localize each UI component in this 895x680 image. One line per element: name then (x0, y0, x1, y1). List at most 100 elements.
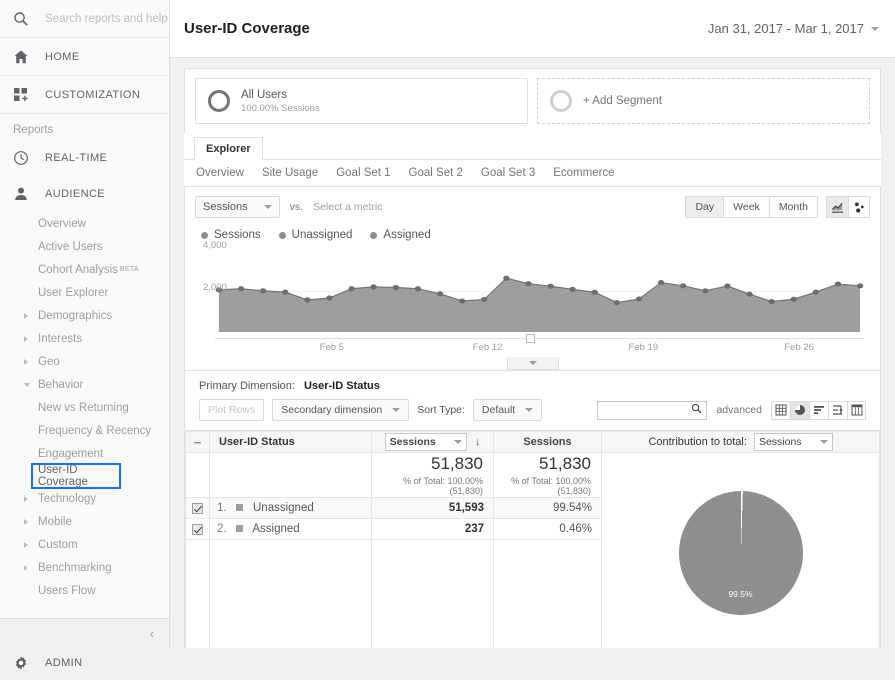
search-reports-row[interactable]: Search reports and help (0, 0, 169, 38)
column-header-dimension[interactable]: User-ID Status (209, 431, 372, 453)
row-checkbox-cell[interactable] (185, 518, 210, 540)
search-icon (691, 403, 702, 417)
plot-rows-button[interactable]: Plot Rows (199, 399, 265, 421)
sidebar-item-behavior[interactable]: Behavior (0, 373, 169, 396)
sidebar-item-new-vs-returning[interactable]: New vs Returning (0, 396, 169, 419)
primary-dimension-value[interactable]: User-ID Status (304, 380, 380, 392)
performance-view-icon[interactable] (828, 400, 847, 420)
chevron-down-icon (528, 361, 537, 365)
sidebar-item-cohort-analysis[interactable]: Cohort Analysis BETA (0, 258, 169, 281)
chart-expander-tab[interactable] (506, 357, 559, 370)
row-dimension-label[interactable]: Unassigned (253, 502, 314, 514)
sidebar: Search reports and help HOME CUSTOMIZATI… (0, 0, 170, 670)
segment-all-users[interactable]: All Users 100.00% Sessions (195, 78, 528, 124)
line-chart-icon[interactable] (826, 196, 848, 218)
sidebar-item-interests[interactable]: Interests (0, 327, 169, 350)
legend-assigned[interactable]: Assigned (370, 229, 431, 241)
add-segment-ring-icon (550, 90, 572, 112)
select-all-cell[interactable]: − (185, 431, 210, 453)
sidebar-item-geo[interactable]: Geo (0, 350, 169, 373)
subtab-overview[interactable]: Overview (196, 167, 244, 179)
column-header-metric2[interactable]: Sessions (493, 431, 602, 453)
motion-chart-icon[interactable] (848, 196, 870, 218)
chart-legend: Sessions Unassigned Assigned (195, 218, 870, 244)
chevron-down-icon (263, 205, 272, 209)
chart-type-group (826, 196, 870, 218)
sidebar-item-customization[interactable]: CUSTOMIZATION (0, 76, 169, 114)
secondary-dimension-select[interactable]: Secondary dimension (272, 399, 410, 421)
sidebar-item-mobile[interactable]: Mobile (0, 510, 169, 533)
totals-dimension-cell (209, 452, 372, 498)
row-dimension-cell[interactable]: 2. Assigned (209, 518, 372, 540)
sidebar-item-active-users[interactable]: Active Users (0, 235, 169, 258)
collapse-sidebar-icon[interactable]: ‹ (150, 626, 154, 641)
x-tick-feb-5: Feb 5 (319, 342, 344, 353)
chevron-down-icon (392, 408, 401, 412)
sort-type-select[interactable]: Default (472, 399, 543, 421)
column-header-contribution: Contribution to total: Sessions (601, 431, 880, 453)
date-range-picker[interactable]: Jan 31, 2017 - Mar 1, 2017 (708, 21, 879, 36)
contribution-label: Contribution to total: (648, 436, 747, 448)
totals-metric1-sub: % of Total: 100.00% (51,830) (403, 476, 483, 496)
chevron-right-icon (24, 564, 28, 571)
advanced-link[interactable]: advanced (716, 404, 762, 416)
sidebar-collapse-bar[interactable]: ‹ (0, 618, 169, 648)
totals-check-cell (185, 452, 210, 498)
sidebar-item-home[interactable]: HOME (0, 38, 169, 76)
chevron-right-icon (24, 358, 28, 365)
subtab-ecommerce[interactable]: Ecommerce (553, 167, 614, 179)
sidebar-item-user-id-coverage-label: User-ID Coverage (38, 464, 88, 488)
sidebar-item-demographics[interactable]: Demographics (0, 304, 169, 327)
chevron-down-icon (453, 440, 462, 444)
chart-expander[interactable] (195, 357, 870, 370)
subtab-goal-set-3[interactable]: Goal Set 3 (481, 167, 535, 179)
table-view-icon[interactable] (771, 400, 790, 420)
sidebar-item-audience[interactable]: AUDIENCE (0, 176, 169, 212)
beta-badge: BETA (119, 266, 139, 273)
home-icon (13, 49, 29, 65)
sidebar-item-user-id-coverage[interactable]: User-ID Coverage (31, 463, 121, 489)
metric-column-select[interactable]: Sessions (384, 433, 467, 451)
search-input-placeholder[interactable]: Search reports and help (45, 13, 168, 25)
sidebar-item-users-flow[interactable]: Users Flow (0, 579, 169, 602)
legend-dot-icon (370, 231, 378, 239)
sessions-area-chart: 4,000 2,000 (201, 240, 864, 343)
filler-cell (185, 539, 210, 648)
row-checkbox[interactable] (192, 524, 203, 536)
add-segment-button[interactable]: + Add Segment (537, 78, 870, 124)
sidebar-item-frequency-recency[interactable]: Frequency & Recency (0, 419, 169, 442)
filler-cell (209, 539, 372, 648)
table-totals-row: 51,830 % of Total: 100.00% (51,830) 51,8… (185, 452, 880, 648)
tab-explorer[interactable]: Explorer (194, 137, 263, 160)
granularity-month[interactable]: Month (768, 196, 818, 218)
sidebar-item-custom[interactable]: Custom (0, 533, 169, 556)
bar-view-icon[interactable] (809, 400, 828, 420)
sidebar-item-admin[interactable]: ADMIN (0, 644, 169, 680)
contribution-select[interactable]: Sessions (753, 433, 833, 451)
sidebar-item-technology[interactable]: Technology (0, 487, 169, 510)
metric-select[interactable]: Sessions (195, 196, 280, 218)
sidebar-item-interests-label: Interests (38, 332, 83, 345)
sidebar-item-realtime[interactable]: REAL-TIME (0, 140, 169, 176)
sort-desc-icon[interactable]: ↓ (475, 436, 481, 448)
subtab-site-usage[interactable]: Site Usage (262, 167, 318, 179)
pie-view-icon[interactable] (790, 400, 809, 420)
subtab-goal-set-1[interactable]: Goal Set 1 (336, 167, 390, 179)
sidebar-item-engagement[interactable]: Engagement (0, 442, 169, 465)
sidebar-item-user-explorer[interactable]: User Explorer (0, 281, 169, 304)
pivot-view-icon[interactable] (847, 400, 866, 420)
row-checkbox[interactable] (192, 503, 203, 515)
sidebar-item-overview[interactable]: Overview (0, 212, 169, 235)
sidebar-item-benchmarking[interactable]: Benchmarking (0, 556, 169, 579)
table-search-input[interactable] (597, 400, 708, 420)
granularity-day[interactable]: Day (685, 196, 724, 218)
subtab-goal-set-2[interactable]: Goal Set 2 (409, 167, 463, 179)
row-dimension-label[interactable]: Assigned (252, 523, 299, 535)
granularity-week[interactable]: Week (723, 196, 769, 218)
legend-unassigned[interactable]: Unassigned (278, 229, 352, 241)
select-a-metric-button[interactable]: Select a metric (313, 201, 382, 213)
chart-svg (215, 275, 864, 332)
row-checkbox-cell[interactable] (185, 497, 210, 519)
chart-controls: Sessions vs. Select a metric Day Week Mo… (195, 196, 870, 218)
row-dimension-cell[interactable]: 1. Unassigned (209, 497, 372, 519)
